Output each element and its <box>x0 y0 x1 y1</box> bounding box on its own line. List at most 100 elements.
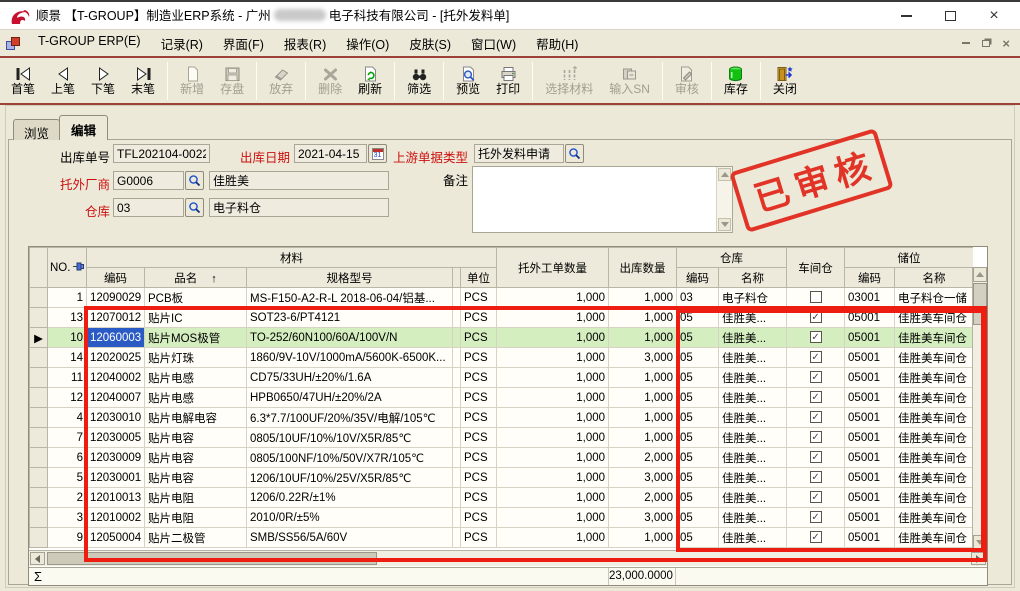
workshop-checkbox[interactable]: ✓ <box>810 391 822 403</box>
cell-wh-name[interactable]: 佳胜美... <box>719 348 787 368</box>
col-group-material[interactable]: 材料 <box>87 248 497 268</box>
cell-unit[interactable]: PCS <box>461 528 497 548</box>
cell-narrow[interactable] <box>453 348 461 368</box>
workshop-checkbox[interactable]: ✓ <box>810 411 822 423</box>
cell-no[interactable]: 13 <box>48 308 87 328</box>
refresh-button[interactable]: 刷新 <box>351 60 389 101</box>
cell-loc-code[interactable]: 05001 <box>845 488 895 508</box>
cell-out-qty[interactable]: 1,000 <box>609 308 677 328</box>
cell-pname[interactable]: 贴片MOS极管 <box>145 328 247 348</box>
cell-narrow[interactable] <box>453 388 461 408</box>
cell-code[interactable]: 12030009 <box>87 448 145 468</box>
cell-spec[interactable]: 1860/9V-10V/1000mA/5600K-6500K... <box>247 348 453 368</box>
cell-workshop[interactable]: ✓ <box>787 428 845 448</box>
prev-record-button[interactable]: 上笔 <box>44 60 82 101</box>
cell-workshop[interactable]: ✓ <box>787 328 845 348</box>
cell-out-qty[interactable]: 3,000 <box>609 508 677 528</box>
cell-loc-code[interactable]: 05001 <box>845 428 895 448</box>
cell-spec[interactable]: TO-252/60N100/60A/100V/N <box>247 328 453 348</box>
cell-wh-code[interactable]: 05 <box>677 348 719 368</box>
cell-no[interactable]: 2 <box>48 488 87 508</box>
cell-code[interactable]: 12050004 <box>87 528 145 548</box>
cell-spec[interactable]: 0805/10UF/10%/10V/X5R/85℃ <box>247 428 453 448</box>
cell-loc-name[interactable]: 佳胜美车间仓 <box>895 368 973 388</box>
cell-wo-qty[interactable]: 1,000 <box>497 348 609 368</box>
last-record-button[interactable]: 末笔 <box>124 60 162 101</box>
cell-workshop[interactable]: ✓ <box>787 408 845 428</box>
cell-workshop[interactable]: ✓ <box>787 448 845 468</box>
vendor-code-field[interactable] <box>113 171 184 190</box>
cell-spec[interactable]: MS-F150-A2-R-L 2018-06-04/铝基... <box>247 288 453 308</box>
cell-narrow[interactable] <box>453 288 461 308</box>
cell-wh-name[interactable]: 佳胜美... <box>719 308 787 328</box>
cell-code[interactable]: 12030001 <box>87 468 145 488</box>
row-indicator[interactable] <box>30 468 48 488</box>
cell-unit[interactable]: PCS <box>461 328 497 348</box>
cell-no[interactable]: 3 <box>48 508 87 528</box>
cell-pname[interactable]: 贴片电阻 <box>145 488 247 508</box>
cell-wo-qty[interactable]: 1,000 <box>497 448 609 468</box>
menu-tgroup-erp[interactable]: T-GROUP ERP(E) <box>28 30 151 57</box>
row-indicator[interactable] <box>30 388 48 408</box>
vertical-scrollbar[interactable] <box>972 267 987 550</box>
tab-edit[interactable]: 编辑 <box>59 115 108 140</box>
row-indicator[interactable] <box>30 428 48 448</box>
menu-record[interactable]: 记录(R) <box>151 30 213 57</box>
row-indicator[interactable] <box>30 368 48 388</box>
cell-pname[interactable]: 贴片电容 <box>145 428 247 448</box>
cell-loc-name[interactable]: 佳胜美车间仓 <box>895 408 973 428</box>
cell-narrow[interactable] <box>453 528 461 548</box>
cell-out-qty[interactable]: 1,000 <box>609 528 677 548</box>
row-indicator[interactable] <box>30 508 48 528</box>
mdi-minimize-icon[interactable] <box>962 42 970 44</box>
cell-code[interactable]: 12090029 <box>87 288 145 308</box>
cell-wh-name[interactable]: 佳胜美... <box>719 528 787 548</box>
col-header-pname[interactable]: 品名↑ <box>145 268 247 288</box>
vendor-name-field[interactable] <box>209 171 389 190</box>
audit-button[interactable]: 审核 <box>668 60 706 101</box>
cell-spec[interactable]: CD75/33UH/±20%/1.6A <box>247 368 453 388</box>
workshop-checkbox[interactable]: ✓ <box>810 331 822 343</box>
col-header-wh-code[interactable]: 编码 <box>677 268 719 288</box>
row-indicator[interactable] <box>30 308 48 328</box>
scroll-down-button[interactable] <box>718 218 731 231</box>
cell-pname[interactable]: 贴片灯珠 <box>145 348 247 368</box>
cell-narrow[interactable] <box>453 488 461 508</box>
row-indicator[interactable] <box>30 488 48 508</box>
cell-spec[interactable]: 0805/100NF/10%/50V/X7R/105℃ <box>247 448 453 468</box>
maximize-button[interactable] <box>928 2 972 30</box>
cell-unit[interactable]: PCS <box>461 388 497 408</box>
cell-workshop[interactable]: ✓ <box>787 348 845 368</box>
cell-out-qty[interactable]: 1,000 <box>609 408 677 428</box>
scroll-right-button[interactable] <box>971 552 986 565</box>
cell-loc-name[interactable]: 佳胜美车间仓 <box>895 508 973 528</box>
col-header-code[interactable]: 编码 <box>87 268 145 288</box>
menu-report[interactable]: 报表(R) <box>274 30 336 57</box>
cell-pname[interactable]: 贴片电感 <box>145 388 247 408</box>
cell-narrow[interactable] <box>453 468 461 488</box>
cell-wh-name[interactable]: 佳胜美... <box>719 368 787 388</box>
cell-loc-name[interactable]: 佳胜美车间仓 <box>895 468 973 488</box>
scroll-up-button[interactable] <box>973 267 987 282</box>
cell-wo-qty[interactable]: 1,000 <box>497 468 609 488</box>
cell-out-qty[interactable]: 1,000 <box>609 328 677 348</box>
cell-pname[interactable]: 贴片电容 <box>145 468 247 488</box>
cell-spec[interactable]: 2010/0R/±5% <box>247 508 453 528</box>
preview-button[interactable]: 预览 <box>449 60 487 101</box>
cell-loc-name[interactable]: 电子料仓一储 <box>895 288 973 308</box>
cell-code[interactable]: 12020025 <box>87 348 145 368</box>
cell-wh-code[interactable]: 05 <box>677 308 719 328</box>
mdi-close-icon[interactable]: × <box>1002 37 1010 50</box>
cell-loc-code[interactable]: 05001 <box>845 348 895 368</box>
cell-unit[interactable]: PCS <box>461 368 497 388</box>
delete-button[interactable]: 删除 <box>311 60 349 101</box>
cell-code[interactable]: 12040007 <box>87 388 145 408</box>
cell-code[interactable]: 12010013 <box>87 488 145 508</box>
cell-wo-qty[interactable]: 1,000 <box>497 408 609 428</box>
cell-out-qty[interactable]: 1,000 <box>609 288 677 308</box>
cell-no[interactable]: 1 <box>48 288 87 308</box>
workshop-checkbox[interactable]: ✓ <box>810 351 822 363</box>
horizontal-scrollbar[interactable] <box>29 550 987 566</box>
mdi-restore-icon[interactable] <box>982 40 990 47</box>
cell-code[interactable]: 12010002 <box>87 508 145 528</box>
